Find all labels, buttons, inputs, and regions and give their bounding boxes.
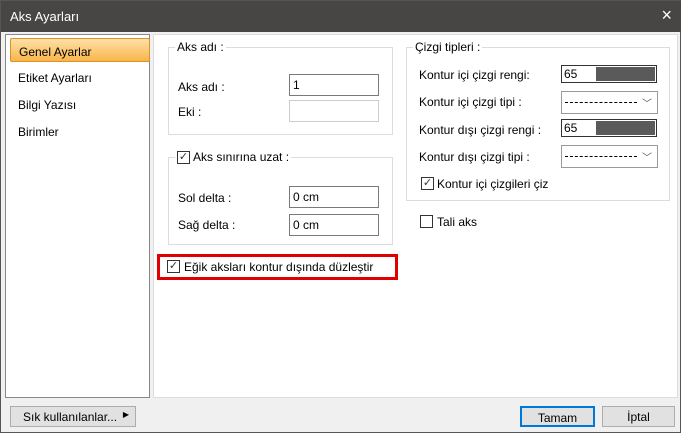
- outer-type-dropdown[interactable]: ﹀: [561, 145, 658, 168]
- triangle-right-icon: ▶: [122, 410, 129, 419]
- inner-color-picker[interactable]: 65: [561, 65, 657, 83]
- outer-color-picker[interactable]: 65: [561, 119, 657, 137]
- title-bar: Aks Ayarları ×: [1, 1, 681, 32]
- color-swatch: [596, 67, 655, 81]
- inner-color-label: Kontur içi çizgi rengi:: [419, 68, 530, 82]
- ok-button[interactable]: Tamam: [520, 406, 595, 427]
- cancel-button[interactable]: İptal: [602, 406, 675, 427]
- aks-name-label: Aks adı :: [178, 80, 225, 94]
- flatten-label[interactable]: Eğik aksları kontur dışında düzleştir: [184, 260, 373, 274]
- settings-panel: Aks adı : Aks adı : 1 Eki : Aks sınırına…: [153, 34, 678, 398]
- line-types-group: Çizgi tipleri : Kontur içi çizgi rengi: …: [406, 40, 670, 201]
- flatten-highlight: ✓ Eğik aksları kontur dışında düzleştir: [157, 254, 398, 280]
- draw-inner-label[interactable]: Kontur içi çizgileri çiz: [437, 177, 548, 191]
- tali-aks-checkbox[interactable]: [420, 215, 433, 228]
- window-title: Aks Ayarları: [10, 9, 80, 24]
- eki-input[interactable]: [289, 100, 379, 122]
- sol-delta-input[interactable]: 0 cm: [289, 186, 379, 208]
- group-title: Aks adı :: [175, 40, 226, 54]
- category-list: Genel Ayarlar Etiket Ayarları Bilgi Yazı…: [5, 34, 150, 398]
- sidebar-item-etiket-ayarlari[interactable]: Etiket Ayarları: [10, 65, 150, 89]
- dash-dot-pattern: [565, 102, 637, 103]
- group-title: Çizgi tipleri :: [413, 40, 483, 54]
- sag-delta-label: Sağ delta :: [178, 218, 236, 232]
- sidebar-item-genel-ayarlar[interactable]: Genel Ayarlar: [10, 38, 150, 62]
- draw-inner-checkbox[interactable]: ✓: [421, 177, 434, 190]
- inner-color-value: 65: [564, 67, 578, 81]
- tali-aks-label[interactable]: Tali aks: [437, 215, 477, 229]
- frequent-label: Sık kullanılanlar...: [23, 410, 118, 424]
- eki-label: Eki :: [178, 105, 202, 119]
- inner-type-dropdown[interactable]: ﹀: [561, 91, 658, 114]
- extend-group: Aks sınırına uzat : ✓ Sol delta : 0 cm S…: [168, 150, 393, 245]
- sag-delta-input[interactable]: 0 cm: [289, 214, 379, 236]
- aks-name-input[interactable]: 1: [289, 74, 379, 96]
- extend-checkbox[interactable]: ✓: [177, 151, 190, 164]
- outer-type-label: Kontur dışı çizgi tipi :: [419, 150, 530, 164]
- flatten-checkbox[interactable]: ✓: [167, 260, 180, 273]
- inner-type-label: Kontur içi çizgi tipi :: [419, 95, 522, 109]
- outer-color-label: Kontur dışı çizgi rengi :: [419, 123, 542, 137]
- chevron-down-icon: ﹀: [642, 153, 652, 164]
- color-swatch: [596, 121, 655, 135]
- frequent-button[interactable]: Sık kullanılanlar... ▶: [10, 406, 136, 427]
- extend-label: Aks sınırına uzat :: [193, 150, 290, 164]
- aks-name-group: Aks adı : Aks adı : 1 Eki :: [168, 40, 393, 135]
- sol-delta-label: Sol delta :: [178, 191, 232, 205]
- outer-color-value: 65: [564, 121, 578, 135]
- chevron-down-icon: ﹀: [642, 99, 652, 110]
- sidebar-item-birimler[interactable]: Birimler: [10, 119, 150, 143]
- dash-dot-pattern: [565, 156, 637, 157]
- sidebar-item-bilgi-yazisi[interactable]: Bilgi Yazısı: [10, 92, 150, 116]
- close-icon[interactable]: ×: [661, 5, 672, 26]
